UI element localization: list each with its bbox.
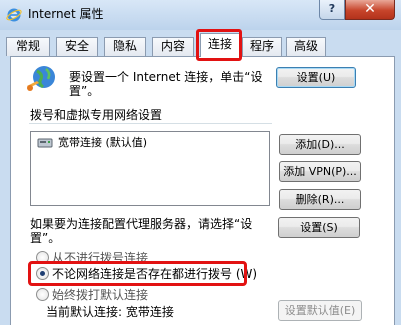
window-title: Internet 属性 xyxy=(28,7,104,21)
settings-button[interactable]: 设置(S) xyxy=(278,217,360,238)
section-divider xyxy=(29,123,272,124)
setup-button[interactable]: 设置(U) xyxy=(276,67,356,88)
option-always-dial-label: 始终拨打默认连接 xyxy=(52,288,149,302)
help-button[interactable]: ? xyxy=(319,0,345,20)
tab-privacy[interactable]: 隐私 xyxy=(104,37,146,56)
tab-security[interactable]: 安全 xyxy=(56,37,98,56)
tab-advanced[interactable]: 高级 xyxy=(286,37,326,56)
tab-content[interactable]: 内容 xyxy=(152,37,194,56)
dialup-section-label: 拨号和虚拟专用网络设置 xyxy=(30,108,163,122)
add-button[interactable]: 添加(D)... xyxy=(279,134,361,155)
close-button[interactable]: ✕ xyxy=(345,0,395,20)
proxy-text-line2: 置”。 xyxy=(30,231,61,245)
tab-programs[interactable]: 程序 xyxy=(242,37,282,56)
add-vpn-button[interactable]: 添加 VPN(P)... xyxy=(279,161,361,182)
default-connection-label: 当前默认连接: 宽带连接 xyxy=(46,305,174,319)
set-default-button[interactable]: 设置默认值(E) xyxy=(278,300,362,321)
connection-list[interactable]: 宽带连接 (默认值) xyxy=(30,131,270,206)
broadband-connection-icon xyxy=(37,138,53,148)
network-globe-icon xyxy=(27,66,55,91)
tab-general[interactable]: 常规 xyxy=(6,37,50,56)
proxy-text-line1: 如果要为连接配置代理服务器，请选择“设 xyxy=(30,217,253,231)
internet-explorer-icon xyxy=(6,8,22,22)
list-item-label: 宽带连接 (默认值) xyxy=(58,136,148,149)
setup-text-line1: 要设置一个 Internet 连接，单击“设 xyxy=(69,70,263,84)
title-bar: Internet 属性 ? ✕ xyxy=(0,0,401,30)
tab-highlight-annotation xyxy=(196,29,242,61)
remove-button[interactable]: 删除(R)... xyxy=(279,189,361,210)
option-highlight-annotation xyxy=(28,261,247,286)
setup-text-line2: 置”。 xyxy=(69,84,100,98)
radio-always-dial-default[interactable] xyxy=(36,288,49,301)
